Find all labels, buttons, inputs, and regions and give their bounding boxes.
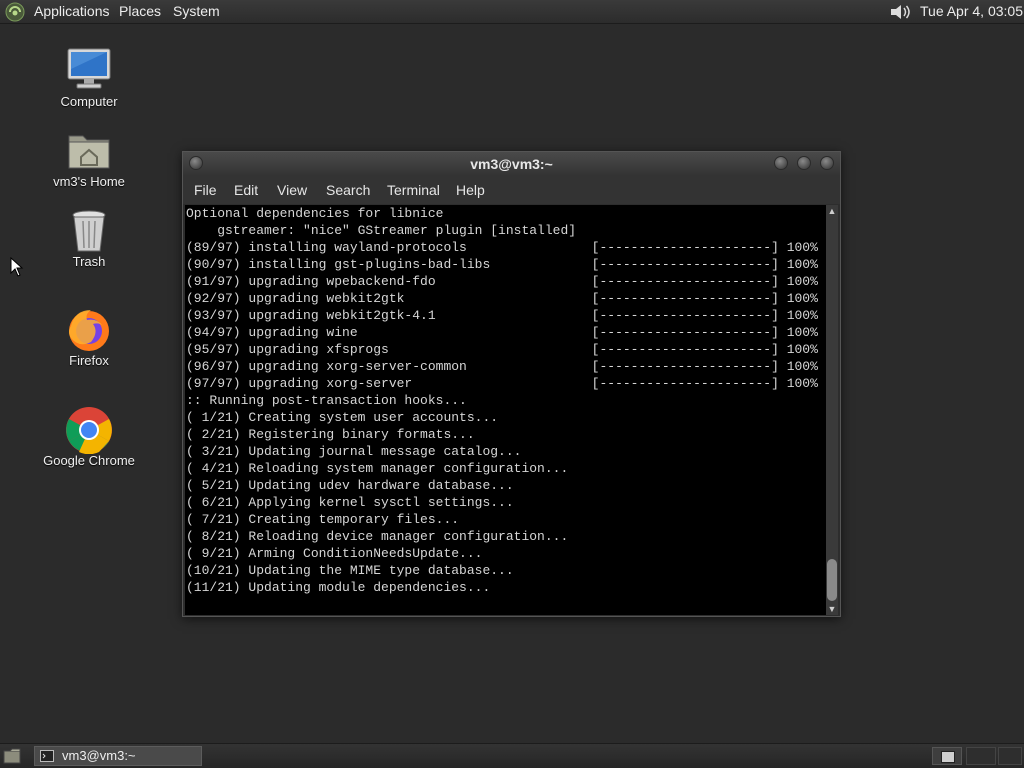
terminal-line: ( 5/21) Updating udev hardware database.… [186,478,514,493]
terminal-icon [40,750,54,762]
terminal-line: ( 8/21) Reloading device manager configu… [186,529,569,544]
terminal-window[interactable]: vm3@vm3:~ File Edit View Search Terminal… [182,151,841,617]
chrome-icon [66,407,112,454]
terminal-line: (89/97) installing wayland-protocols [--… [186,240,818,255]
scroll-thumb[interactable] [827,559,837,601]
desktop-icon-computer[interactable]: Computer [34,45,144,115]
terminal-line: (93/97) upgrading webkit2gtk-4.1 [------… [186,308,818,323]
desktop-icon-label: Firefox [69,353,109,368]
maximize-button[interactable] [797,156,811,170]
minimize-button[interactable] [774,156,788,170]
terminal-line: gstreamer: "nice" GStreamer plugin [inst… [186,223,577,238]
bottom-panel: vm3@vm3:~ [0,743,1024,768]
taskbar-label: vm3@vm3:~ [62,748,136,763]
menu-terminal[interactable]: Terminal [387,182,440,198]
workspace-2[interactable] [966,747,996,765]
terminal-line: ( 2/21) Registering binary formats... [186,427,475,442]
desktop-icon-label: Google Chrome [43,453,135,468]
speaker-icon[interactable] [889,3,911,21]
terminal-line: (94/97) upgrading wine [----------------… [186,325,818,340]
system-menu[interactable]: System [173,3,220,19]
terminal-text: Optional dependencies for libnice gstrea… [185,205,826,596]
places-menu[interactable]: Places [119,3,161,19]
terminal-line: Optional dependencies for libnice [186,206,444,221]
terminal-line: ( 9/21) Arming ConditionNeedsUpdate... [186,546,483,561]
scroll-up-arrow-icon[interactable]: ▲ [826,205,838,217]
mouse-cursor-icon [10,257,24,277]
desktop-icon-label: vm3's Home [53,174,125,189]
terminal-line: (95/97) upgrading xfsprogs [------------… [186,342,818,357]
terminal-line: (96/97) upgrading xorg-server-common [--… [186,359,818,374]
terminal-output[interactable]: Optional dependencies for libnice gstrea… [185,205,826,615]
desktop-icon-label: Trash [72,254,106,269]
trash-icon [72,210,106,252]
menu-file[interactable]: File [194,182,217,198]
firefox-icon [69,310,109,351]
terminal-line: (11/21) Updating module dependencies... [186,580,491,595]
home-folder-icon [68,135,110,169]
clock[interactable]: Tue Apr 4, 03:05 [920,3,1023,19]
menu-view[interactable]: View [277,182,307,198]
show-desktop-icon[interactable] [3,748,21,764]
terminal-line: (90/97) installing gst-plugins-bad-libs … [186,257,818,272]
terminal-line: ( 7/21) Creating temporary files... [186,512,460,527]
terminal-line: (91/97) upgrading wpebackend-fdo [------… [186,274,818,289]
applications-menu[interactable]: Applications [34,3,110,19]
taskbar-button-terminal[interactable]: vm3@vm3:~ [34,746,202,766]
desktop-icon-label: Computer [60,94,118,109]
window-title: vm3@vm3:~ [470,156,553,172]
terminal-line: ( 1/21) Creating system user accounts... [186,410,499,425]
desktop-icon-firefox[interactable]: Firefox [34,306,144,376]
scrollbar[interactable]: ▲ ▼ [826,205,838,615]
desktop-icon-home[interactable]: vm3's Home [34,126,144,196]
terminal-menubar: File Edit View Search Terminal Help [183,176,840,204]
workspace-3[interactable] [998,747,1022,765]
scroll-down-arrow-icon[interactable]: ▼ [826,603,838,615]
terminal-line: ( 4/21) Reloading system manager configu… [186,461,569,476]
menu-help[interactable]: Help [456,182,485,198]
terminal-line: (97/97) upgrading xorg-server [---------… [186,376,818,391]
terminal-line: (92/97) upgrading webkit2gtk [----------… [186,291,818,306]
terminal-line: :: Running post-transaction hooks... [186,393,467,408]
desktop-icon-google-chrome[interactable]: Google Chrome [34,406,144,476]
workspace-1[interactable] [932,747,962,765]
close-button[interactable] [820,156,834,170]
terminal-line: ( 3/21) Updating journal message catalog… [186,444,522,459]
computer-icon [67,48,111,89]
desktop-icon-trash[interactable]: Trash [34,207,144,277]
terminal-line: ( 6/21) Applying kernel sysctl settings.… [186,495,514,510]
title-bar[interactable]: vm3@vm3:~ [183,152,840,176]
top-panel: Applications Places System Tue Apr 4, 03… [0,0,1024,24]
terminal-line: (10/21) Updating the MIME type database.… [186,563,514,578]
menu-search[interactable]: Search [326,182,370,198]
menu-edit[interactable]: Edit [234,182,258,198]
mate-logo-icon[interactable] [5,2,25,22]
